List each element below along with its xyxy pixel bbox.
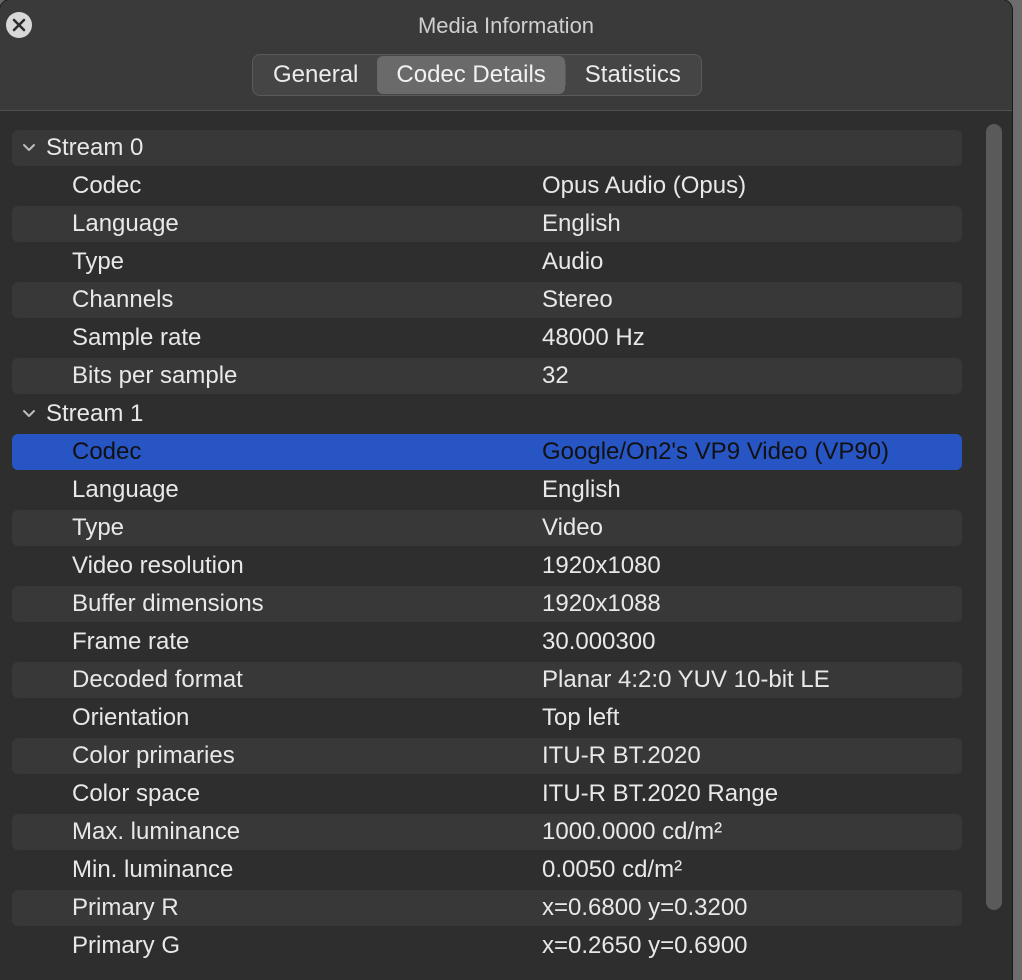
chevron-down-icon[interactable] <box>22 142 36 154</box>
property-value: ITU-R BT.2020 Range <box>542 780 779 807</box>
property-value: English <box>542 476 621 503</box>
property-key: Primary R <box>72 894 179 921</box>
tab-bar: General Codec Details Statistics <box>252 54 702 96</box>
property-value: ITU-R BT.2020 <box>542 742 701 769</box>
property-value: 1000.0000 cd/m² <box>542 818 723 845</box>
property-value: 32 <box>542 362 569 389</box>
property-key: Bits per sample <box>72 362 238 389</box>
property-key: Codec <box>72 438 142 465</box>
property-value: 30.000300 <box>542 628 656 655</box>
property-row[interactable]: Min. luminance 0.0050 cd/m² <box>12 852 962 888</box>
property-value: 0.0050 cd/m² <box>542 856 683 883</box>
property-value: 48000 Hz <box>542 324 645 351</box>
property-value: x=0.2650 y=0.6900 <box>542 932 748 959</box>
property-row[interactable]: Buffer dimensions 1920x1088 <box>12 586 962 622</box>
property-row[interactable]: Primary R x=0.6800 y=0.3200 <box>12 890 962 926</box>
property-row[interactable]: Primary G x=0.2650 y=0.6900 <box>12 928 962 964</box>
stream-label: Stream 1 <box>46 400 144 427</box>
property-key: Language <box>72 476 179 503</box>
chevron-down-icon[interactable] <box>22 408 36 420</box>
window-title: Media Information <box>417 13 595 38</box>
property-row[interactable]: Bits per sample 32 <box>12 358 962 394</box>
property-value: x=0.6800 y=0.3200 <box>542 894 748 921</box>
property-row[interactable]: Video resolution 1920x1080 <box>12 548 962 584</box>
tab-statistics[interactable]: Statistics <box>566 56 700 94</box>
stream-group-row[interactable]: Stream 1 <box>12 396 962 432</box>
property-value: 1920x1080 <box>542 552 661 579</box>
property-row[interactable]: Color space ITU-R BT.2020 Range <box>12 776 962 812</box>
property-row[interactable]: Decoded format Planar 4:2:0 YUV 10-bit LE <box>12 662 962 698</box>
property-key: Color primaries <box>72 742 235 769</box>
tab-general[interactable]: General <box>254 56 377 94</box>
property-value: English <box>542 210 621 237</box>
property-row[interactable]: Max. luminance 1000.0000 cd/m² <box>12 814 962 850</box>
property-key: Orientation <box>72 704 190 731</box>
property-key: Min. luminance <box>72 856 234 883</box>
property-key: Type <box>72 514 125 541</box>
property-row[interactable]: Color primaries ITU-R BT.2020 <box>12 738 962 774</box>
property-key: Primary G <box>72 932 180 959</box>
property-key: Codec <box>72 172 142 199</box>
property-key: Type <box>72 248 125 275</box>
property-key: Video resolution <box>72 552 244 579</box>
property-value: Audio <box>542 248 604 275</box>
stream-group-row[interactable]: Stream 0 <box>12 130 962 166</box>
property-row[interactable]: Codec Google/On2's VP9 Video (VP90) <box>12 434 962 470</box>
codec-details-tree: Stream 0 Codec Opus Audio (Opus) Language En… <box>10 126 1000 980</box>
stream-label: Stream 0 <box>46 134 144 161</box>
vertical-scrollbar[interactable] <box>986 124 1002 910</box>
property-row[interactable]: Type Video <box>12 510 962 546</box>
property-row[interactable]: Language English <box>12 206 962 242</box>
property-key: Sample rate <box>72 324 202 351</box>
property-key: Color space <box>72 780 201 807</box>
property-value: Opus Audio (Opus) <box>542 172 747 199</box>
property-value: Planar 4:2:0 YUV 10-bit LE <box>542 666 830 693</box>
property-row[interactable]: Frame rate 30.000300 <box>12 624 962 660</box>
property-key: Max. luminance <box>72 818 241 845</box>
property-value: Google/On2's VP9 Video (VP90) <box>542 438 890 465</box>
property-row[interactable]: Orientation Top left <box>12 700 962 736</box>
media-information-window: Media Information General Codec Details … <box>0 0 1012 980</box>
property-key: Frame rate <box>72 628 190 655</box>
property-row[interactable]: Codec Opus Audio (Opus) <box>12 168 962 204</box>
property-key: Decoded format <box>72 666 243 693</box>
property-row[interactable]: Channels Stereo <box>12 282 962 318</box>
property-row[interactable]: Type Audio <box>12 244 962 280</box>
property-key: Language <box>72 210 179 237</box>
property-value: 1920x1088 <box>542 590 661 617</box>
titlebar: Media Information General Codec Details … <box>0 0 1012 111</box>
property-row[interactable]: Language English <box>12 472 962 508</box>
property-value: Video <box>542 514 603 541</box>
property-key: Buffer dimensions <box>72 590 264 617</box>
tab-codec-details[interactable]: Codec Details <box>377 56 565 94</box>
property-value: Stereo <box>542 286 613 313</box>
property-value: Top left <box>542 704 620 731</box>
property-key: Channels <box>72 286 174 313</box>
property-row[interactable]: Sample rate 48000 Hz <box>12 320 962 356</box>
